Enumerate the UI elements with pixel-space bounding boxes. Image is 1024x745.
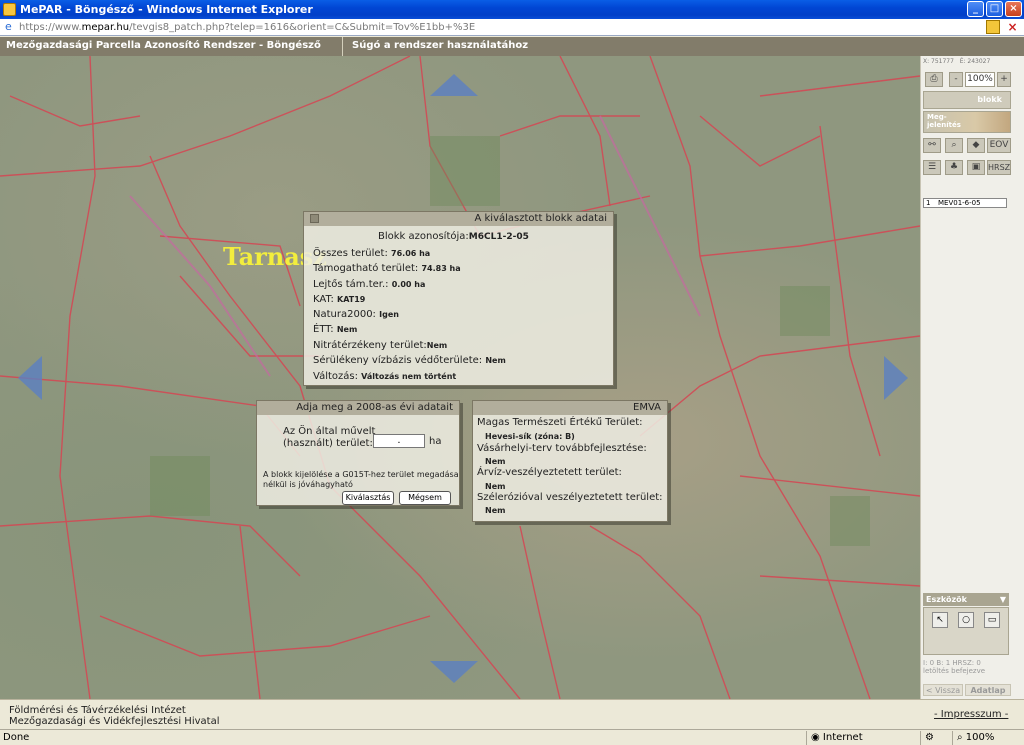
hrsz-button[interactable]: HRSZ [987,160,1011,175]
stop-icon[interactable]: × [1005,20,1020,34]
pan-down-arrow-icon[interactable] [430,661,478,683]
yearly-panel-header: Adja meg a 2008-as évi adatait [257,401,459,415]
tools-header[interactable]: Eszközök ▼ [923,593,1009,606]
supported-area-row: Támogatható terület: 74.83 ha [313,263,461,274]
area-label-2: (használt) terület: [283,438,373,449]
block-data-panel: A kiválasztott blokk adatai Blokk azonos… [303,211,614,386]
ie-page-icon: e [5,20,12,33]
window-title: MePAR - Böngésző - Windows Internet Expl… [20,3,313,16]
yearly-data-panel: Adja meg a 2008-as évi adatait Az Ön ált… [256,400,460,506]
maximize-button[interactable]: □ [986,1,1003,17]
tree-icon[interactable]: ♣ [945,160,963,175]
change-row: Változás: Változás nem történt [313,371,457,382]
pan-up-arrow-icon[interactable] [430,74,478,96]
app-title: Mezőgazdasági Parcella Azonosító Rendsze… [6,40,321,51]
footer-agency: Mezőgazdasági és Vidékfejlesztési Hivata… [9,716,220,727]
rectangle-tool-icon[interactable]: ▭ [984,612,1000,628]
footer-institute: Földmérési és Távérzékelési Intézet [9,705,186,716]
parcel-icon[interactable]: ▣ [967,160,985,175]
chevron-down-icon[interactable]: ▼ [1000,593,1006,606]
print-icon[interactable]: ⎙ [925,72,943,87]
emva-wind-value: Nem [485,506,506,515]
status-text: Done [3,732,30,743]
lock-icon[interactable] [986,20,1000,34]
zoom-out-icon[interactable]: - [949,72,963,87]
minimize-button[interactable]: _ [967,1,984,17]
panel-close-icon[interactable] [310,214,319,223]
binoculars-icon[interactable]: ⚯ [923,138,941,153]
marker-icon[interactable]: ◆ [967,138,985,153]
emva-hnv-value: Hevesi-sík (zóna: B) [485,432,575,441]
zoom-status[interactable]: ⌕ 100% [952,731,1024,745]
natura-row: Natura2000: Igen [313,309,399,320]
yearly-panel-title: Adja meg a 2008-as évi adatait [296,402,453,413]
circle-tool-icon[interactable]: ○ [958,612,974,628]
protected-mode-icon[interactable]: ⚙ [920,731,950,745]
emva-vasarhelyi-value: Nem [485,457,506,466]
pointer-tool-icon[interactable]: ↖ [932,612,948,628]
zoom-in-icon[interactable]: + [997,72,1011,87]
header-divider [342,37,343,56]
cancel-button[interactable]: Mégsem [399,491,451,505]
water-protection-row: Sérülékeny vízbázis védőterülete: Nem [313,355,506,366]
approval-note: A blokk kijelölése a G015T-hez terület m… [263,470,459,489]
right-sidebar: X: 751777 É: 243027 ⎙ - 100% + blokk Meg… [920,56,1024,707]
emva-wind-label: Szélerózióval veszélyeztetett terület: [477,492,663,503]
block-panel-header: A kiválasztott blokk adatai [304,212,613,226]
address-bar[interactable]: e https://www.mepar.hu/tevgis8_patch.php… [0,19,1024,36]
total-area-row: Összes terület: 76.06 ha [313,248,431,259]
search-map-icon[interactable]: ⌕ [945,138,963,153]
nitrate-row: Nitrátérzékeny terület:Nem [313,340,448,351]
data-sheet-button[interactable]: Adatlap > [965,684,1011,707]
area-input[interactable]: . [373,434,425,448]
tools-box: ↖ ○ ▭ [923,607,1009,655]
pan-left-arrow-icon[interactable] [18,356,42,400]
app-header: Mezőgazdasági Parcella Azonosító Rendsze… [0,37,1024,56]
emva-flood-value: Nem [485,482,506,491]
window-title-bar: MePAR - Böngésző - Windows Internet Expl… [0,0,1024,19]
slope-area-row: Lejtős tám.ter.: 0.00 ha [313,279,426,290]
emva-hnv-label: Magas Természeti Értékű Terület: [477,417,643,428]
help-link[interactable]: Súgó a rendszer használatához [352,40,528,51]
blokk-button[interactable]: blokk [923,91,1011,109]
impressum-link[interactable]: - Impresszum - [934,709,1008,720]
block-list-item[interactable]: 1 MEV01-6-05 [923,198,1007,208]
area-label-1: Az Ön által művelt [283,426,376,437]
app-icon [3,3,16,16]
window-controls: _ □ × [967,1,1022,17]
coordinate-readout: X: 751777 É: 243027 [923,58,991,65]
list-icon[interactable]: ☰ [923,160,941,175]
security-zone: ◉ Internet [806,731,906,745]
url-text[interactable]: https://www.mepar.hu/tevgis8_patch.php?t… [19,20,475,35]
emva-panel-header: EMVA [473,401,667,415]
ett-row: ÉTT: Nem [313,324,358,335]
emva-panel: EMVA Magas Természeti Értékű Terület: He… [472,400,668,522]
kat-row: KAT: KAT19 [313,294,366,305]
selection-stats: I: 0 B: 1 HRSZ: 0 letöltés befejezve [923,659,986,675]
select-button[interactable]: Kiválasztás [342,491,394,505]
status-bar: Done ◉ Internet ⚙ ⌕ 100% [0,729,1024,745]
display-button[interactable]: Meg-jelenítés [923,111,1011,133]
back-button[interactable]: < Vissza [923,684,963,696]
block-id-row: Blokk azonosítója:M6CL1-2-05 [378,231,529,242]
emva-panel-title: EMVA [633,402,661,413]
close-button[interactable]: × [1005,1,1022,17]
area-unit: ha [429,436,442,447]
page-footer: Földmérési és Távérzékelési Intézet Mező… [0,699,1024,729]
emva-flood-label: Árvíz-veszélyeztetett terület: [477,467,622,478]
eov-button[interactable]: EOV [987,138,1011,153]
pan-right-arrow-icon[interactable] [884,356,908,400]
emva-vasarhelyi-label: Vásárhelyi-terv továbbfejlesztése: [477,443,647,454]
block-panel-title: A kiválasztott blokk adatai [474,213,608,224]
zoom-level[interactable]: 100% [965,72,995,87]
